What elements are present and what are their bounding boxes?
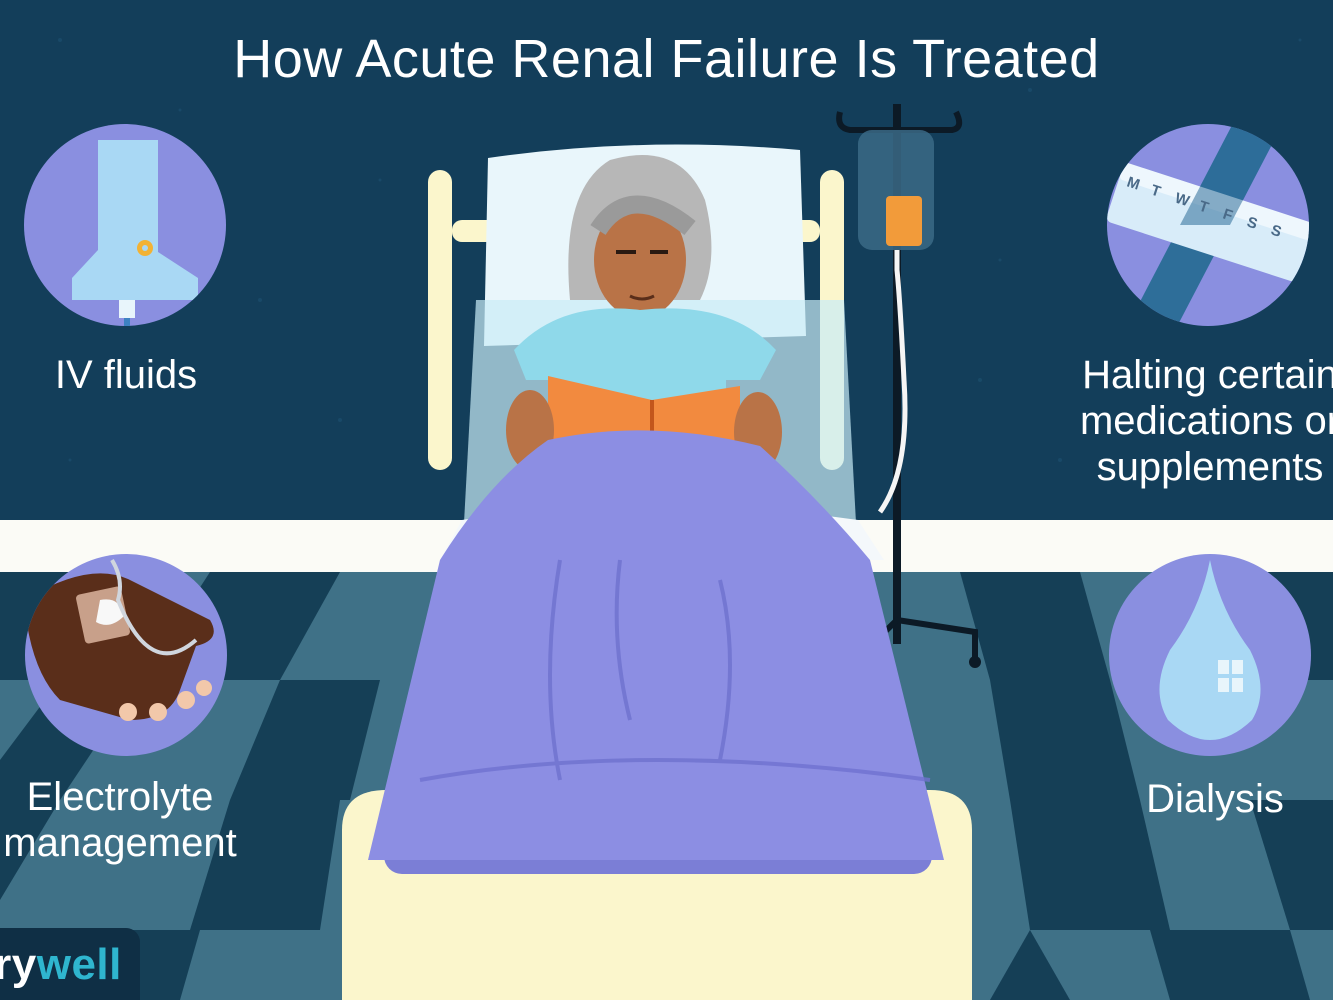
dialysis-circle — [1109, 554, 1311, 756]
iv-fluids-label: IV fluids — [0, 352, 252, 398]
electrolyte-line-1: Electrolyte — [26, 775, 214, 819]
logo-text: rywell — [0, 940, 128, 990]
halting-medications-label: Halting certain medications or supplemen… — [1060, 352, 1333, 490]
logo-suffix: well — [36, 940, 122, 989]
brand-logo: rywell — [0, 928, 140, 1000]
electrolyte-label: Electrolyte management — [0, 774, 250, 866]
page-title: How Acute Renal Failure Is Treated — [233, 29, 1100, 89]
logo-prefix: ry — [0, 940, 37, 989]
dialysis-label: Dialysis — [1110, 776, 1320, 822]
infographic: MTWTFSS How Acute Renal Failure Is Treat… — [0, 0, 1333, 1000]
dialysis-text: Dialysis — [1146, 777, 1284, 821]
halting-line-1: Halting certain — [1082, 353, 1333, 397]
iv-fluids-text: IV fluids — [54, 353, 198, 397]
halting-line-2: medications or — [1079, 399, 1333, 443]
halting-line-3: supplements — [1096, 445, 1324, 489]
electrolyte-circle — [25, 554, 227, 756]
electrolyte-line-2: management — [3, 821, 237, 865]
